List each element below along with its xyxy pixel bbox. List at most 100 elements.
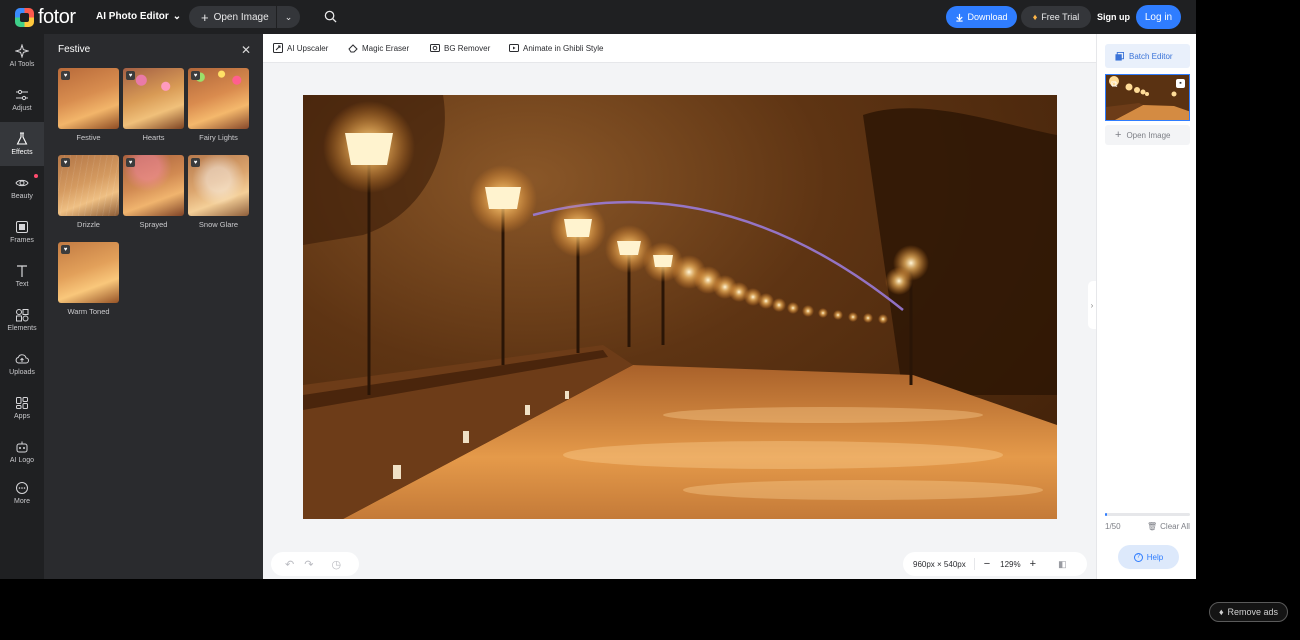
quota-progress-bar — [1105, 513, 1190, 516]
effect-thumbnail: ♥ — [188, 68, 249, 129]
rail-item-beauty[interactable]: Beauty — [0, 166, 44, 210]
diamond-icon: ♦ — [1032, 12, 1038, 22]
close-icon[interactable]: ✕ — [241, 44, 251, 56]
fotor-logo[interactable]: fotor — [15, 6, 76, 29]
rail-item-more[interactable]: More — [0, 471, 44, 515]
sparkle-icon — [15, 44, 29, 58]
rail-item-ai-tools[interactable]: AI Tools — [0, 34, 44, 78]
layers-icon[interactable]: ⧉ — [1111, 79, 1117, 90]
effect-sprayed[interactable]: ♥ Sprayed — [123, 155, 184, 229]
shapes-icon — [16, 309, 29, 322]
tool-label: Animate in Ghibli Style — [523, 43, 604, 53]
effect-festive[interactable]: ♥ Festive — [58, 68, 119, 142]
right-panel: Batch Editor ⧉ ▪ + Open Image 1/50 🗑︎ Cl… — [1096, 34, 1196, 579]
tool-bg-remover[interactable]: BG Remover — [430, 43, 490, 53]
compare-icon[interactable]: ◧ — [1058, 559, 1067, 570]
rail-item-adjust[interactable]: Adjust — [0, 78, 44, 122]
undo-icon[interactable]: ↶ — [285, 558, 294, 571]
effect-thumbnail: ♥ — [58, 242, 119, 303]
download-button[interactable]: Download — [946, 6, 1017, 28]
zoom-level[interactable]: 129% — [1000, 560, 1020, 569]
tool-magic-eraser[interactable]: Magic Eraser — [348, 43, 409, 53]
batch-icon — [1115, 51, 1124, 61]
chevron-down-icon: ⌄ — [172, 11, 182, 22]
zoom-in-icon[interactable]: + — [1030, 558, 1036, 570]
history-controls: ↶ ↷ ◷ — [271, 552, 359, 576]
rail-item-label: Uploads — [9, 369, 35, 376]
divider — [973, 558, 975, 570]
rail-item-uploads[interactable]: Uploads — [0, 342, 44, 386]
more-icon — [16, 482, 28, 494]
effect-warm-toned[interactable]: ♥ Warm Toned — [58, 242, 119, 316]
clear-all-button[interactable]: 🗑︎ Clear All — [1147, 522, 1190, 531]
zoom-out-icon[interactable]: − — [984, 558, 990, 570]
premium-crown-icon: ♥ — [61, 245, 70, 254]
premium-crown-icon: ♥ — [126, 158, 135, 167]
upscale-icon — [273, 43, 283, 53]
redo-icon[interactable]: ↷ — [304, 558, 313, 571]
effect-fairy-lights[interactable]: ♥ Fairy Lights — [188, 68, 249, 142]
premium-crown-icon: ♥ — [61, 158, 70, 167]
image-thumbnail[interactable]: ⧉ ▪ — [1105, 74, 1190, 121]
rail-item-label: Text — [15, 281, 29, 288]
top-bar: fotor AI Photo Editor ⌄ + Open Image ⌄ D… — [0, 0, 1196, 34]
rail-item-label: AI Tools — [9, 61, 35, 68]
help-button[interactable]: ? Help — [1118, 545, 1179, 569]
rail-item-label: Elements — [7, 325, 37, 332]
batch-editor-button[interactable]: Batch Editor — [1105, 44, 1190, 68]
rail-item-label: Adjust — [12, 105, 32, 112]
eye-icon — [15, 179, 29, 187]
trash-icon[interactable]: ▪ — [1176, 79, 1185, 88]
product-switcher[interactable]: AI Photo Editor ⌄ — [96, 11, 181, 22]
search-icon[interactable] — [324, 10, 337, 23]
expand-right-panel-chevron-icon[interactable]: › — [1088, 281, 1096, 329]
quota-progress-fill — [1105, 513, 1107, 516]
rail-item-elements[interactable]: Elements — [0, 298, 44, 342]
open-image-secondary-button[interactable]: + Open Image — [1105, 125, 1190, 145]
panel-title: Festive — [58, 44, 91, 55]
remove-ads-button[interactable]: ♦ Remove ads — [1209, 602, 1288, 622]
flask-icon — [16, 132, 28, 145]
tool-label: BG Remover — [444, 43, 491, 53]
apps-icon — [16, 397, 28, 409]
effect-drizzle[interactable]: ♥ Drizzle — [58, 155, 119, 229]
rail-item-label: More — [14, 498, 30, 505]
plus-icon: + — [201, 9, 209, 25]
history-icon[interactable]: ◷ — [331, 558, 341, 571]
download-icon — [956, 13, 964, 22]
open-image-label: Open Image — [1126, 130, 1171, 140]
tool-animate-ghibli[interactable]: Animate in Ghibli Style — [509, 43, 603, 53]
sign-up-link[interactable]: Sign up — [1097, 12, 1130, 22]
free-trial-button[interactable]: ♦ Free Trial — [1021, 6, 1091, 28]
rail-item-apps[interactable]: Apps — [0, 386, 44, 430]
fotor-logo-icon — [15, 8, 34, 27]
batch-editor-label: Batch Editor — [1129, 51, 1173, 61]
effect-thumbnail: ♥ — [58, 68, 119, 129]
premium-crown-icon: ♥ — [191, 158, 200, 167]
rail-item-frames[interactable]: Frames — [0, 210, 44, 254]
download-label: Download — [967, 12, 1008, 22]
sliders-icon — [16, 89, 28, 101]
notification-dot — [34, 174, 38, 178]
trash-icon: 🗑︎ — [1147, 522, 1158, 531]
tool-label: Magic Eraser — [362, 43, 410, 53]
open-image-button[interactable]: + Open Image ⌄ — [189, 6, 300, 28]
photo-canvas[interactable] — [303, 95, 1057, 519]
effect-thumbnail: ♥ — [58, 155, 119, 216]
rail-item-label: Effects — [11, 149, 33, 156]
photo-editor-app: fotor AI Photo Editor ⌄ + Open Image ⌄ D… — [0, 0, 1196, 579]
log-in-button[interactable]: Log in — [1136, 5, 1181, 29]
effect-label: Hearts — [142, 133, 165, 142]
effect-hearts[interactable]: ♥ Hearts — [123, 68, 184, 142]
effect-snow-glare[interactable]: ♥ Snow Glare — [188, 155, 249, 229]
open-image-dropdown-chevron-icon[interactable]: ⌄ — [276, 6, 300, 28]
rail-item-ai-logo[interactable]: AI Logo — [0, 430, 44, 474]
rail-item-effects[interactable]: Effects — [0, 122, 44, 166]
diamond-icon: ♦ — [1218, 607, 1224, 617]
tool-ai-upscaler[interactable]: AI Upscaler — [273, 43, 328, 53]
text-icon — [17, 265, 27, 277]
rail-item-text[interactable]: Text — [0, 254, 44, 298]
canvas-dimensions: 960px × 540px — [913, 559, 966, 569]
rail-item-label: AI Logo — [9, 457, 35, 464]
night-promenade-photo — [303, 95, 1057, 519]
